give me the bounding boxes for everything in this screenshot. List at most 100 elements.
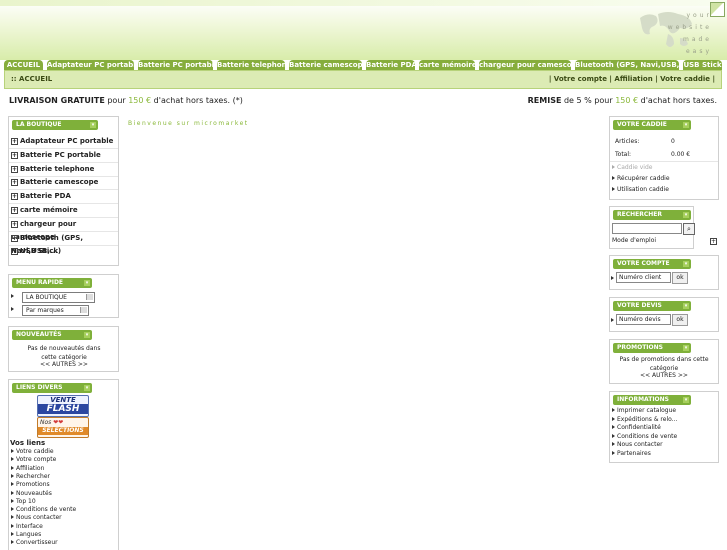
boutique-category-label: Batterie PDA <box>20 192 71 201</box>
liens-item[interactable]: Votre compte <box>11 456 56 464</box>
chevron-down-icon[interactable]: ▾ <box>84 385 90 391</box>
breadcrumb[interactable]: :: ACCUEIL <box>11 75 52 83</box>
tab-batterie-telephone[interactable]: Batterie telephone <box>217 60 285 70</box>
plus-icon[interactable]: + <box>11 193 18 201</box>
utilisation-caddie-link[interactable]: Utilisation caddie <box>612 186 669 194</box>
chevron-down-icon[interactable]: ▾ <box>683 303 689 309</box>
boutique-category-item[interactable]: + Adaptateur PC portable <box>11 135 113 148</box>
nouveautes-empty-text: Pas de nouveautés dans cette catégorie <box>27 345 101 361</box>
liens-item[interactable]: Top 10 <box>11 498 36 506</box>
liens-item-label: Rechercher <box>16 472 50 480</box>
boutique-category-item[interactable]: + Batterie PDA <box>11 190 71 203</box>
informations-item[interactable]: Partenaires <box>612 450 651 458</box>
chevron-down-icon[interactable]: ▾ <box>683 261 689 267</box>
vente-flash-badge[interactable]: VENTE FLASH <box>37 395 89 417</box>
liens-item[interactable]: Nouveautés <box>11 490 52 498</box>
liens-item[interactable]: Langues <box>11 531 41 539</box>
boutique-category-item[interactable]: + Bluetooth (GPS, Navi,USB,...) <box>11 232 118 255</box>
boutique-category-label: USB Stick <box>20 247 59 256</box>
liens-item[interactable]: Rechercher <box>11 473 50 481</box>
promotions-box: PROMOTIONS ▾ Pas de promotions dans cette… <box>609 339 719 384</box>
arrow-right-icon <box>11 306 16 313</box>
recuperer-caddie-label: Récupérer caddie <box>617 175 670 182</box>
tab-accueil[interactable]: ACCUEIL <box>4 60 43 70</box>
tab-usb-stick[interactable]: USB Stick <box>683 60 722 70</box>
utilisation-caddie-label: Utilisation caddie <box>617 186 669 193</box>
liens-item[interactable]: Conditions de vente <box>11 506 76 514</box>
liens-item[interactable]: Votre caddie <box>11 448 54 456</box>
page-curl-icon[interactable] <box>710 2 725 17</box>
tab-carte-memoire[interactable]: carte mémoire <box>419 60 475 70</box>
mode-emploi-link[interactable]: Mode d'emploi <box>612 237 656 244</box>
informations-item-label: Nous contacter <box>617 441 663 448</box>
plus-icon[interactable]: + <box>11 248 18 256</box>
boutique-category-item[interactable]: + Batterie camescope <box>11 176 98 189</box>
boutique-category-item[interactable]: + USB Stick <box>11 245 58 258</box>
nos-selections-top: Nos ❤❤ <box>38 418 88 427</box>
chevron-down-icon[interactable]: ▾ <box>683 397 689 403</box>
tab-bluetooth[interactable]: Bluetooth (GPS, Navi,USB,...) <box>575 60 679 70</box>
promotions-title: PROMOTIONS ▾ <box>613 343 691 353</box>
search-input[interactable] <box>612 223 682 234</box>
boutique-category-label: carte mémoire <box>20 206 78 214</box>
chevron-down-icon[interactable]: ▾ <box>84 280 90 286</box>
informations-item[interactable]: Imprimer catalogue <box>612 407 676 415</box>
boutique-category-item[interactable]: + Batterie telephone <box>11 163 94 176</box>
tab-chargeur[interactable]: chargeur pour camescope <box>479 60 571 70</box>
plus-icon[interactable]: + <box>11 165 18 173</box>
arrow-right-icon <box>11 523 14 528</box>
chevron-down-icon[interactable]: ▾ <box>683 345 689 351</box>
expand-icon[interactable]: + <box>710 238 717 245</box>
chevron-down-icon[interactable]: ▾ <box>683 122 689 128</box>
chevron-down-icon[interactable]: ▾ <box>683 212 689 218</box>
nouveautes-more-link[interactable]: << AUTRES >> <box>19 361 109 368</box>
informations-item[interactable]: Confidentialité <box>612 424 661 432</box>
plus-icon[interactable]: + <box>11 207 18 214</box>
informations-item[interactable]: Conditions de vente <box>612 433 677 441</box>
plus-icon[interactable]: + <box>11 179 18 187</box>
tab-batterie-pda[interactable]: Batterie PDA <box>366 60 415 70</box>
boutique-category-item[interactable]: + carte mémoire <box>11 204 78 217</box>
devis-ok-button[interactable]: ok <box>672 314 688 326</box>
arrow-right-icon <box>11 449 14 453</box>
chevron-down-icon[interactable]: ▾ <box>84 332 90 338</box>
liens-item-label: Votre compte <box>16 456 57 464</box>
plus-icon[interactable]: + <box>11 151 18 159</box>
liens-item[interactable]: Interface <box>11 523 43 531</box>
liens-item[interactable]: Convertisseur <box>11 539 58 547</box>
arrow-right-icon <box>11 515 14 520</box>
nos-selections-badge[interactable]: Nos ❤❤ SELECTIONS <box>37 417 89 438</box>
informations-item[interactable]: Expéditions & relo... <box>612 416 677 424</box>
plus-icon[interactable]: + <box>11 138 18 145</box>
chevron-down-icon[interactable]: ▾ <box>90 122 96 128</box>
plus-icon[interactable]: + <box>11 220 18 228</box>
informations-item[interactable]: Nous contacter <box>612 441 663 449</box>
nos-selections-word: Nos <box>40 419 52 426</box>
tab-batterie-camescope[interactable]: Batterie camescope <box>289 60 362 70</box>
menu-rapide-title: MENU RAPIDE ▾ <box>12 278 92 288</box>
arrow-right-icon <box>11 482 14 487</box>
recuperer-caddie-link[interactable]: Récupérer caddie <box>612 175 670 183</box>
boutique-category-label: Batterie camescope <box>20 178 99 187</box>
numero-devis-field[interactable]: Numéro devis <box>616 314 671 325</box>
search-icon[interactable]: ⌕ <box>683 223 695 235</box>
liens-item-label: Promotions <box>16 481 50 489</box>
compte-ok-button[interactable]: ok <box>672 272 688 284</box>
tab-adaptateur[interactable]: Adaptateur PC portable <box>47 60 134 70</box>
boutique-category-item[interactable]: + chargeur pour camescope <box>11 218 118 241</box>
promotions-more-link[interactable]: << AUTRES >> <box>618 372 710 379</box>
liens-item[interactable]: Nous contacter <box>11 514 62 522</box>
boutique-select[interactable]: LA BOUTIQUE <box>22 292 95 303</box>
compte-title-label: VOTRE COMPTE <box>617 260 670 267</box>
marques-select[interactable]: Par marques <box>22 305 89 316</box>
arrow-right-icon <box>612 408 615 412</box>
liens-item[interactable]: Promotions <box>11 481 50 489</box>
account-links[interactable]: | Votre compte | Affiliation | Votre cad… <box>549 75 715 83</box>
liens-item[interactable]: Affiliation <box>11 465 44 473</box>
plus-icon[interactable]: + <box>11 234 18 242</box>
tab-batterie-pc[interactable]: Batterie PC portable <box>138 60 213 70</box>
breadcrumb-bar: :: ACCUEIL | Votre compte | Affiliation … <box>4 70 722 89</box>
numero-client-field[interactable]: Numéro client <box>616 272 671 283</box>
arrow-right-icon <box>11 457 14 462</box>
boutique-category-item[interactable]: + Batterie PC portable <box>11 149 101 162</box>
